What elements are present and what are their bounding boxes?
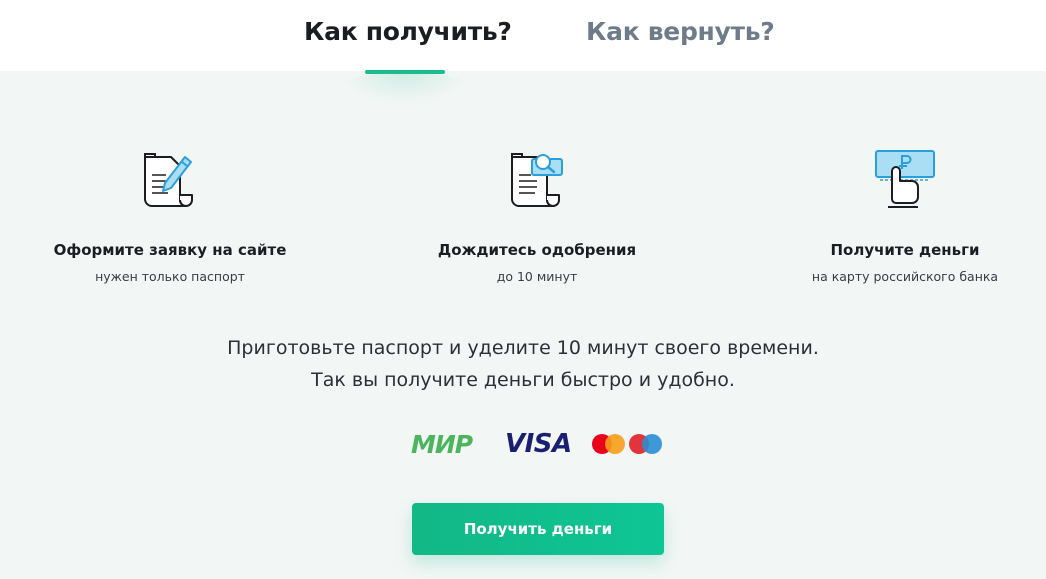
step-subtitle: до 10 минут [496, 269, 578, 284]
step-subtitle: нужен только паспорт [95, 269, 245, 284]
step-title: Дождитесь одобрения [437, 241, 637, 259]
step-title: Оформите заявку на сайте [53, 241, 287, 259]
info-text: Приготовьте паспорт и уделите 10 минут с… [0, 332, 1046, 396]
tab-active-glow [340, 72, 470, 104]
document-pen-icon [144, 153, 193, 207]
info-line: Приготовьте паспорт и уделите 10 минут с… [227, 337, 819, 359]
card-ruble-hand-icon [875, 150, 935, 208]
step-apply: Оформите заявку на сайте нужен только па… [20, 145, 320, 284]
tab-active-indicator [365, 70, 445, 74]
tab-how-to-get[interactable]: Как получить? [304, 17, 512, 46]
tab-how-to-return[interactable]: Как вернуть? [586, 17, 775, 46]
visa-logo: VISA [505, 429, 572, 459]
step-subtitle: на карту российского банка [811, 269, 999, 284]
step-receive-money: Получите деньги на карту российского бан… [755, 145, 1046, 284]
step-title: Получите деньги [830, 241, 980, 259]
info-line: Так вы получите деньги быстро и удобно. [311, 369, 735, 391]
mir-logo: МИР [411, 430, 473, 459]
step-approval: Дождитесь одобрения до 10 минут [387, 145, 687, 284]
mastercard-logo [592, 431, 665, 457]
payment-systems: МИР VISA [411, 428, 671, 462]
get-money-button[interactable]: Получить деньги [412, 503, 664, 555]
tabs-bar: Как получить? Как вернуть? [0, 0, 1046, 71]
document-search-icon [511, 153, 563, 207]
